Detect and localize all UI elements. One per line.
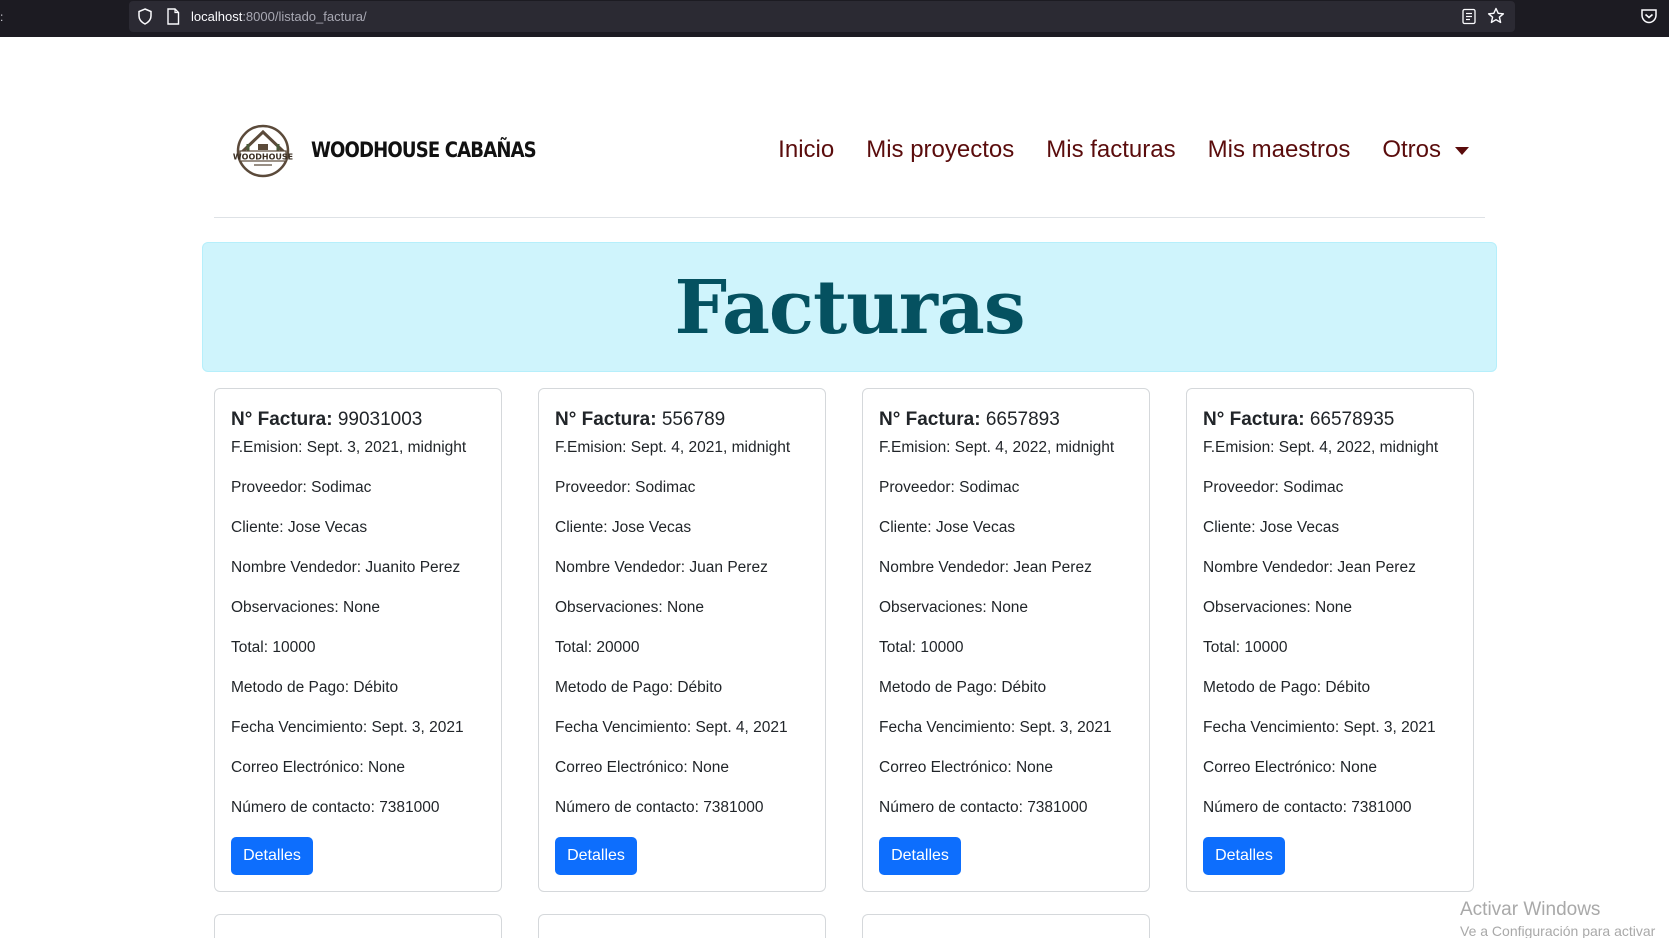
invoice-field: Correo Electrónico: None: [879, 759, 1054, 776]
nav-item-inicio[interactable]: Inicio: [762, 136, 850, 164]
details-button[interactable]: Detalles: [1203, 837, 1285, 875]
reader-view-icon[interactable]: [1461, 8, 1477, 25]
invoice-number-value: 99031003: [337, 409, 423, 430]
invoice-field: Nombre Vendedor: Juan Perez: [555, 559, 768, 576]
invoice-field: Proveedor: Sodimac: [555, 479, 696, 496]
invoice-field: F.Emision: Sept. 4, 2022, midnight: [1203, 439, 1439, 456]
invoice-field: Cliente: Jose Vecas: [231, 519, 368, 536]
invoice-number-label: N° Factura:: [1203, 409, 1305, 430]
invoice-number: N° Factura: 556789: [555, 409, 825, 431]
invoice-number-value: 66578935: [1309, 409, 1395, 430]
invoice-card: N° Factura: 99031003 F.Emision: Sept. 3, …: [214, 388, 502, 892]
shield-icon[interactable]: [137, 8, 153, 25]
pocket-icon[interactable]: [1640, 7, 1658, 25]
invoice-number: N° Factura: 66578935: [1203, 409, 1473, 431]
invoice-field: Proveedor: Sodimac: [1203, 479, 1344, 496]
invoice-field: Cliente: Jose Vecas: [555, 519, 692, 536]
details-button[interactable]: Detalles: [879, 837, 961, 875]
page-title: Facturas: [674, 265, 1025, 351]
invoice-field: Correo Electrónico: None: [231, 759, 406, 776]
sidebar-edge-icon: :: [0, 10, 4, 24]
invoice-field: Total: 20000: [555, 639, 640, 656]
invoice-field: Observaciones: None: [1203, 599, 1353, 616]
invoice-field: Fecha Vencimiento: Sept. 4, 2021: [555, 719, 788, 736]
invoice-field: Proveedor: Sodimac: [879, 479, 1020, 496]
invoice-number-value: 556789: [661, 409, 726, 430]
details-button[interactable]: Detalles: [555, 837, 637, 875]
invoice-field: Fecha Vencimiento: Sept. 3, 2021: [879, 719, 1112, 736]
brand-name[interactable]: WOODHOUSE CABAÑAS: [311, 138, 537, 162]
details-button[interactable]: Detalles: [231, 837, 313, 875]
invoice-card-partial: [862, 914, 1150, 938]
invoice-field: Número de contacto: 7381000: [231, 799, 440, 816]
invoice-field: Correo Electrónico: None: [555, 759, 730, 776]
invoice-field: Metodo de Pago: Débito: [231, 679, 399, 696]
invoice-number: N° Factura: 6657893: [879, 409, 1149, 431]
logo-wordmark: WOODHOUSE: [233, 153, 293, 162]
main-nav: Inicio Mis proyectos Mis facturas Mis ma…: [762, 136, 1485, 164]
invoice-card: N° Factura: 6657893 F.Emision: Sept. 4, 2…: [862, 388, 1150, 892]
invoice-field: Total: 10000: [231, 639, 316, 656]
invoice-field: Proveedor: Sodimac: [231, 479, 372, 496]
invoice-field: Número de contacto: 7381000: [555, 799, 764, 816]
nav-item-otros-label: Otros: [1382, 136, 1441, 163]
invoice-card: N° Factura: 66578935 F.Emision: Sept. 4, …: [1186, 388, 1474, 892]
windows-activation-watermark: Activar Windows Ve a Configuración para …: [1460, 899, 1655, 938]
invoice-field: Observaciones: None: [231, 599, 381, 616]
invoice-field: F.Emision: Sept. 4, 2021, midnight: [555, 439, 791, 456]
site-navbar: WOODHOUSE WOODHOUSE CABAÑAS Inicio Mis p…: [214, 100, 1485, 218]
invoice-card: N° Factura: 556789 F.Emision: Sept. 4, 20…: [538, 388, 826, 892]
invoice-field: Fecha Vencimiento: Sept. 3, 2021: [1203, 719, 1436, 736]
invoice-field: Número de contacto: 7381000: [879, 799, 1088, 816]
url-path: :8000/listado_factura/: [242, 9, 367, 24]
invoice-field: Cliente: Jose Vecas: [1203, 519, 1340, 536]
invoice-field: Metodo de Pago: Débito: [1203, 679, 1371, 696]
invoice-field: Nombre Vendedor: Juanito Perez: [231, 559, 461, 576]
nav-item-otros-dropdown[interactable]: Otros: [1366, 136, 1485, 164]
invoice-card-partial: [538, 914, 826, 938]
invoice-field: F.Emision: Sept. 4, 2022, midnight: [879, 439, 1115, 456]
browser-toolbar: : localhost:8000/listado_factura/: [0, 0, 1669, 37]
nav-item-mis-maestros[interactable]: Mis maestros: [1192, 136, 1367, 164]
page-info-icon[interactable]: [166, 8, 180, 25]
url-host: localhost: [191, 9, 243, 24]
invoice-number: N° Factura: 99031003: [231, 409, 501, 431]
invoice-field: Nombre Vendedor: Jean Perez: [879, 559, 1092, 576]
invoice-field: F.Emision: Sept. 3, 2021, midnight: [231, 439, 467, 456]
invoice-number-label: N° Factura:: [231, 409, 333, 430]
invoice-number-value: 6657893: [985, 409, 1060, 430]
page-banner: Facturas: [202, 242, 1497, 372]
bookmark-star-icon[interactable]: [1487, 7, 1505, 25]
invoice-field: Metodo de Pago: Débito: [879, 679, 1047, 696]
address-bar[interactable]: localhost:8000/listado_factura/: [129, 1, 1515, 32]
watermark-title: Activar Windows: [1460, 899, 1601, 920]
invoice-field: Fecha Vencimiento: Sept. 3, 2021: [231, 719, 464, 736]
invoice-number-label: N° Factura:: [555, 409, 657, 430]
invoice-field: Metodo de Pago: Débito: [555, 679, 723, 696]
invoice-field: Total: 10000: [1203, 639, 1288, 656]
invoice-field: Correo Electrónico: None: [1203, 759, 1378, 776]
nav-item-mis-proyectos[interactable]: Mis proyectos: [850, 136, 1030, 164]
invoice-field: Cliente: Jose Vecas: [879, 519, 1016, 536]
invoice-field: Número de contacto: 7381000: [1203, 799, 1412, 816]
invoice-number-label: N° Factura:: [879, 409, 981, 430]
invoice-field: Observaciones: None: [555, 599, 705, 616]
invoice-card-partial: [214, 914, 502, 938]
invoice-field: Nombre Vendedor: Jean Perez: [1203, 559, 1416, 576]
url-text[interactable]: localhost:8000/listado_factura/: [191, 9, 367, 24]
brand[interactable]: WOODHOUSE WOODHOUSE CABAÑAS: [232, 120, 572, 180]
invoice-field: Total: 10000: [879, 639, 964, 656]
nav-item-mis-facturas[interactable]: Mis facturas: [1030, 136, 1191, 164]
invoice-field: Observaciones: None: [879, 599, 1029, 616]
watermark-subtitle: Ve a Configuración para activar: [1460, 923, 1656, 938]
caret-down-icon: [1455, 147, 1469, 155]
woodhouse-logo[interactable]: WOODHOUSE: [232, 122, 294, 178]
